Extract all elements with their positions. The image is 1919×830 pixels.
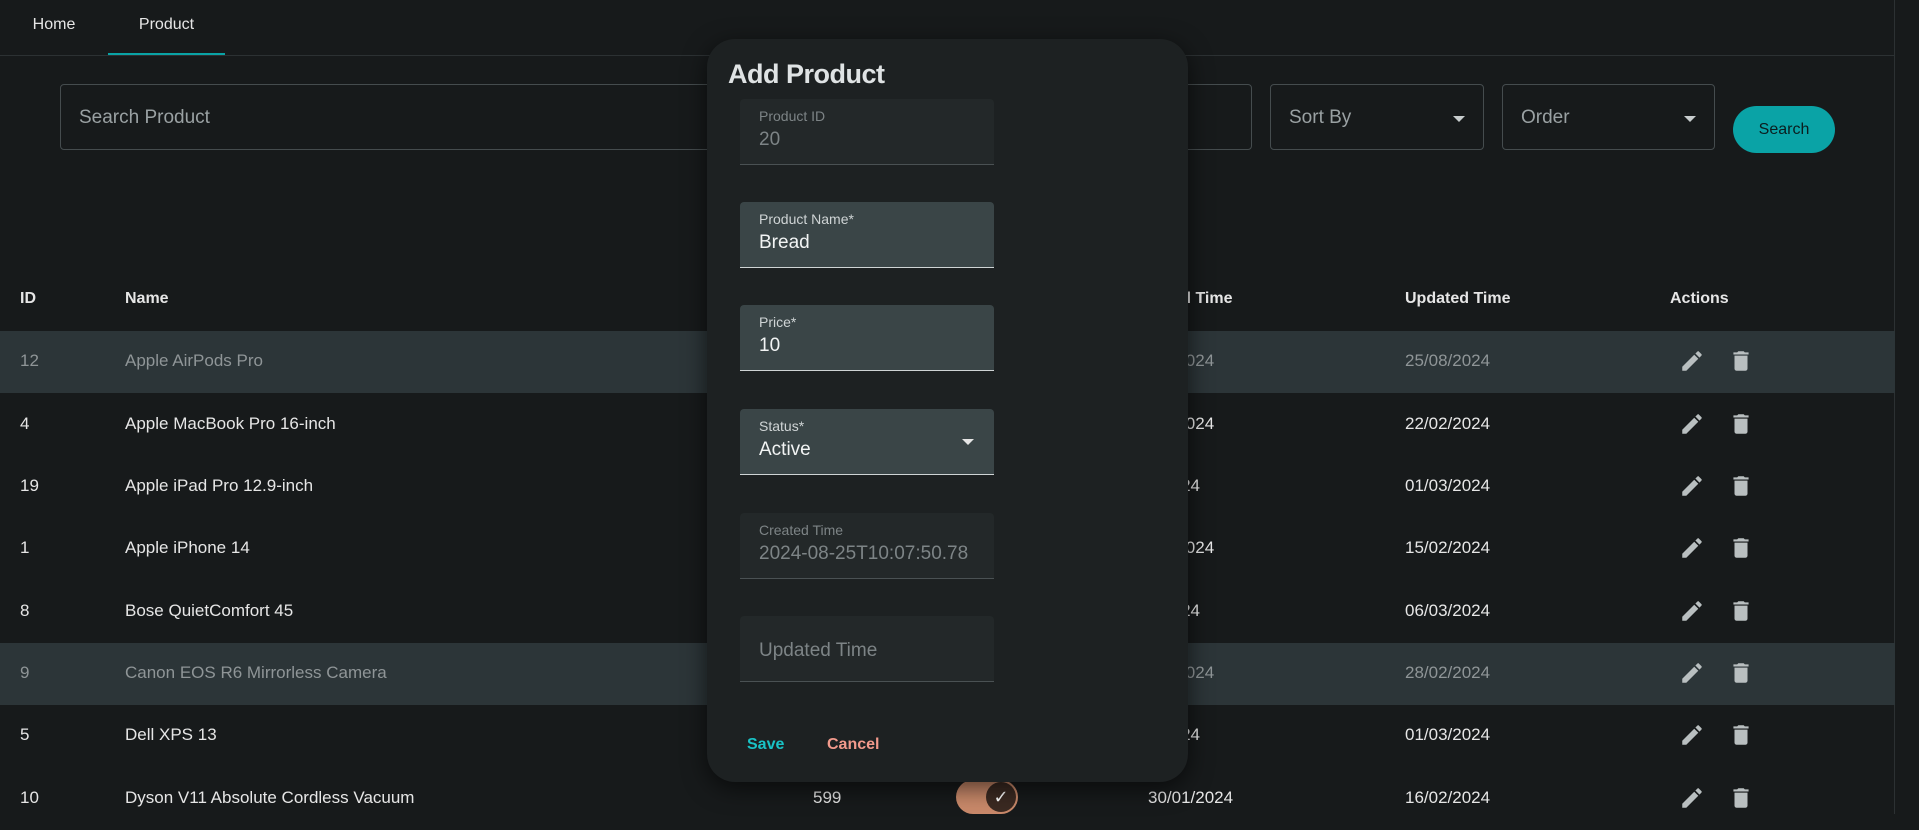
scrollbar[interactable] [1894,0,1919,814]
cell-updated-time: 01/03/2024 [1405,725,1491,744]
cell-updated-time: 28/02/2024 [1405,663,1491,682]
field-placeholder: Updated Time [759,640,878,661]
field-label: Product Name* [759,211,854,227]
cell-id: 1 [20,538,30,557]
pencil-icon[interactable] [1679,722,1705,748]
pencil-icon[interactable] [1679,348,1705,374]
cell-name: Dell XPS 13 [125,725,217,744]
cell-name: Apple iPhone 14 [125,538,250,557]
pencil-icon[interactable] [1679,411,1705,437]
trash-icon[interactable] [1728,348,1754,374]
chevron-down-icon [1453,116,1465,122]
chevron-down-icon [962,439,974,445]
status-select[interactable]: Status* Active [740,409,994,475]
trash-icon[interactable] [1728,660,1754,686]
header-name: Name [125,290,169,307]
sort-by-label: Sort By [1289,107,1352,128]
cell-id: 12 [20,351,39,370]
cell-name: Dyson V11 Absolute Cordless Vacuum [125,788,415,807]
order-label: Order [1521,107,1570,128]
cancel-button[interactable]: Cancel [827,736,879,754]
pencil-icon[interactable] [1679,598,1705,624]
field-value: 20 [759,129,781,150]
cell-updated-time: 22/02/2024 [1405,414,1491,433]
status-toggle[interactable]: ✓ [956,780,1018,814]
header-actions: Actions [1670,290,1729,307]
dialog-title: Add Product [728,59,885,89]
cell-id: 8 [20,601,30,620]
trash-icon[interactable] [1728,473,1754,499]
product-name-field[interactable]: Product Name* Bread [740,202,994,268]
updated-time-field: Updated Time [740,616,994,682]
cell-name: Apple AirPods Pro [125,351,263,370]
trash-icon[interactable] [1728,722,1754,748]
field-label: Status* [759,418,805,434]
product-id-field: Product ID 20 [740,99,994,165]
cell-name: Bose QuietComfort 45 [125,601,294,620]
trash-icon[interactable] [1728,785,1754,811]
sort-by-select[interactable]: Sort By [1270,84,1484,150]
field-value: 10 [759,335,781,356]
tab-home[interactable]: Home [0,0,108,55]
chevron-down-icon [1684,116,1696,122]
cell-updated-time: 25/08/2024 [1405,351,1491,370]
cell-id: 5 [20,725,30,744]
trash-icon[interactable] [1728,598,1754,624]
field-label: Created Time [759,522,844,538]
search-placeholder: Search Product [79,107,210,128]
header-updated-time: Updated Time [1405,290,1511,307]
search-button[interactable]: Search [1733,106,1835,153]
field-value: Bread [759,232,810,253]
pencil-icon[interactable] [1679,785,1705,811]
cell-updated-time: 01/03/2024 [1405,476,1491,495]
cell-id: 19 [20,476,39,495]
cell-name: Canon EOS R6 Mirrorless Camera [125,663,387,682]
cell-id: 9 [20,663,30,682]
trash-icon[interactable] [1728,535,1754,561]
cell-updated-time: 06/03/2024 [1405,601,1491,620]
cell-updated-time: 16/02/2024 [1405,788,1491,807]
field-value: Active [759,439,811,460]
field-label: Price* [759,314,797,330]
save-button[interactable]: Save [747,736,784,754]
pencil-icon[interactable] [1679,535,1705,561]
field-label: Product ID [759,108,826,124]
cell-id: 4 [20,414,30,433]
price-field[interactable]: Price* 10 [740,305,994,371]
cell-name: Apple iPad Pro 12.9-inch [125,476,314,495]
cell-updated-time: 15/02/2024 [1405,538,1491,557]
cell-name: Apple MacBook Pro 16-inch [125,414,336,433]
order-select[interactable]: Order [1502,84,1715,150]
tab-product[interactable]: Product [108,0,225,55]
header-id: ID [20,290,36,307]
pencil-icon[interactable] [1679,660,1705,686]
trash-icon[interactable] [1728,411,1754,437]
cell-price: 599 [813,788,842,807]
cell-created-time: 30/01/2024 [1148,788,1234,807]
pencil-icon[interactable] [1679,473,1705,499]
check-icon: ✓ [986,782,1016,812]
cell-id: 10 [20,788,39,807]
add-product-dialog: Add Product Product ID 20 Product Name* … [707,39,1188,782]
created-time-field: Created Time 2024-08-25T10:07:50.78 [740,513,994,579]
field-value: 2024-08-25T10:07:50.78 [759,543,969,564]
